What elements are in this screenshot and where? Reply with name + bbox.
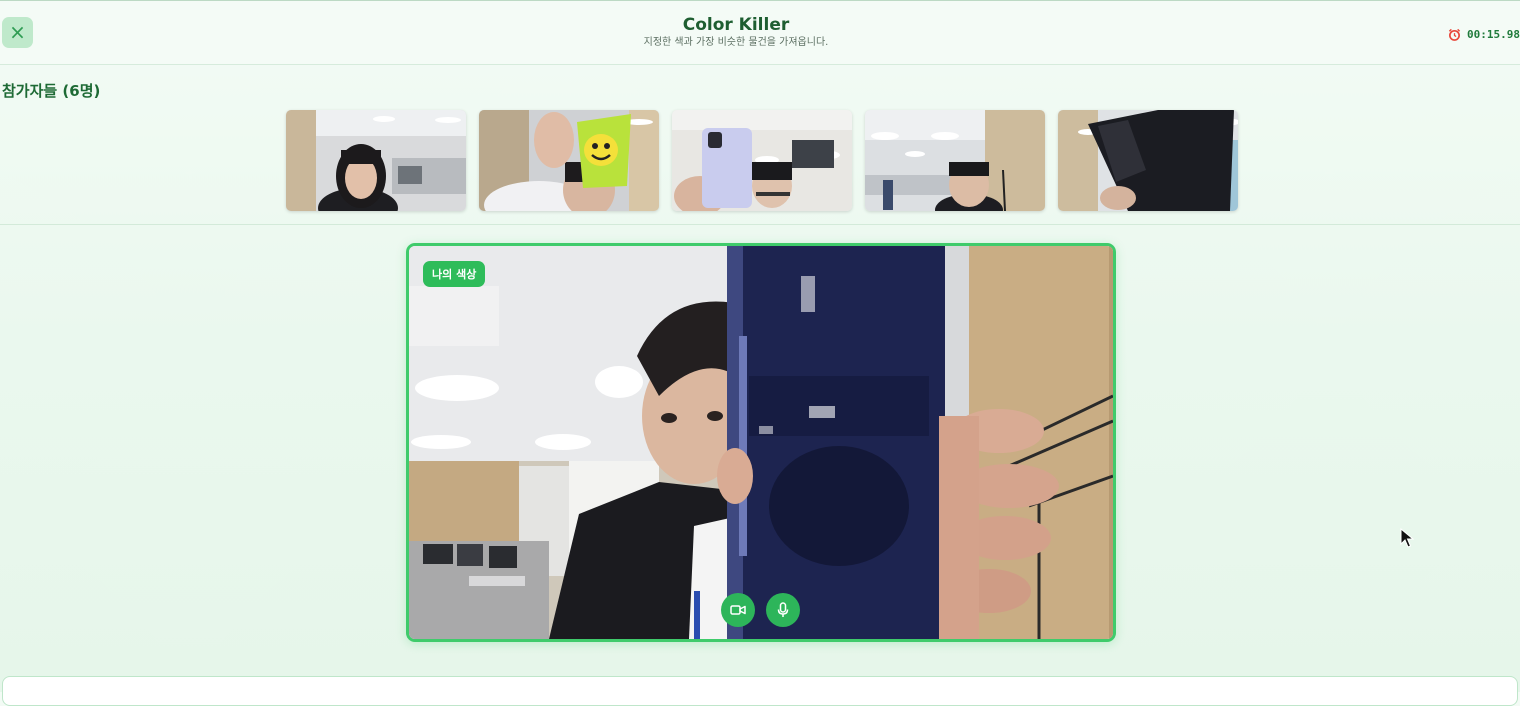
participant-video-3[interactable]	[672, 110, 852, 211]
page-subtitle: 지정한 색과 가장 비슷한 물건을 가져옵니다.	[643, 37, 829, 48]
participant-5-video	[1058, 110, 1238, 211]
video-camera-icon	[730, 605, 746, 615]
alarm-clock-icon	[1448, 28, 1461, 41]
bottom-panel	[2, 676, 1518, 706]
my-video-feed	[409, 246, 1113, 639]
mouse-cursor-icon	[1400, 528, 1414, 548]
camera-toggle-button[interactable]	[721, 593, 755, 627]
participants-title: 참가자들 (6명)	[2, 82, 101, 100]
participant-2-video	[479, 110, 659, 211]
title-block: Color Killer 지정한 색과 가장 비슷한 물건을 가져옵니다.	[560, 14, 912, 50]
participant-thumbnails	[286, 110, 1238, 211]
my-color-tag: 나의 색상	[423, 261, 486, 287]
close-button[interactable]: ×	[2, 17, 33, 48]
participant-4-video	[865, 110, 1045, 211]
close-icon: ×	[9, 20, 26, 44]
microphone-toggle-button[interactable]	[766, 593, 800, 627]
page-title: Color Killer	[682, 15, 790, 35]
participant-3-video	[672, 110, 852, 211]
top-bar: × Color Killer 지정한 색과 가장 비슷한 물건을 가져옵니다. …	[0, 0, 1520, 65]
participant-video-1[interactable]	[286, 110, 466, 211]
timer: 00:15.98	[1448, 25, 1520, 43]
microphone-icon	[777, 602, 789, 617]
section-divider	[0, 224, 1520, 225]
my-video[interactable]: 나의 색상	[406, 243, 1116, 642]
participant-video-4[interactable]	[865, 110, 1045, 211]
participant-video-2[interactable]	[479, 110, 659, 211]
timer-text: 00:15.98	[1467, 27, 1520, 41]
participant-video-5[interactable]	[1058, 110, 1238, 211]
participant-1-video	[286, 110, 466, 211]
